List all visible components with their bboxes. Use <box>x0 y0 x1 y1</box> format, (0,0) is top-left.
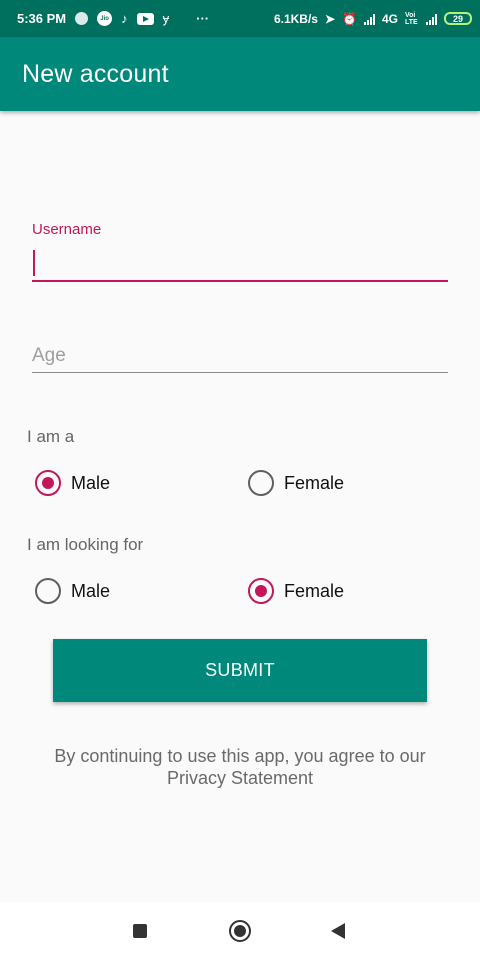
radio-unchecked-icon <box>248 470 274 496</box>
looking-for-female-radio[interactable]: Female <box>248 578 344 604</box>
jio-icon: Jio <box>97 11 113 26</box>
page-title: New account <box>22 59 169 88</box>
more-notifications-icon: ··· <box>196 11 210 26</box>
battery-level: 29 <box>452 13 463 24</box>
privacy-statement[interactable]: By continuing to use this app, you agree… <box>30 745 450 789</box>
battery-icon: 29 <box>444 12 472 25</box>
radio-label: Female <box>284 472 345 493</box>
radio-checked-icon <box>35 470 61 496</box>
app-bar: New account <box>0 37 480 111</box>
i-am-label: I am a <box>27 427 75 446</box>
network-speed: 6.1KB/s <box>273 11 318 26</box>
location-icon: ➤ <box>324 11 336 26</box>
signal-icon-2 <box>426 13 437 25</box>
radio-unchecked-icon <box>35 578 61 604</box>
home-icon[interactable] <box>229 920 251 942</box>
network-type: 4G <box>381 11 398 26</box>
radio-checked-icon <box>248 578 274 604</box>
y-icon: ɏ <box>162 11 170 26</box>
looking-for-label: I am looking for <box>27 535 144 554</box>
recents-icon[interactable] <box>133 924 147 938</box>
text-cursor <box>33 250 35 276</box>
radio-label: Male <box>71 472 111 493</box>
username-label: Username <box>32 221 102 238</box>
status-time: 5:36 PM <box>17 11 67 26</box>
radio-label: Female <box>284 580 345 601</box>
username-input[interactable] <box>32 248 448 282</box>
circle-icon <box>75 12 89 25</box>
status-bar: 5:36 PM Jio ♪ ɏ ··· 6.1KB/s ➤ ⏰ 4G Voi L… <box>0 0 480 37</box>
tiktok-icon: ♪ <box>121 11 128 26</box>
youtube-icon <box>136 12 154 25</box>
volte-label: Voi LTE <box>405 11 418 26</box>
i-am-male-radio[interactable]: Male <box>35 470 110 496</box>
alarm-icon: ⏰ <box>342 11 357 26</box>
age-input[interactable] <box>32 340 448 373</box>
signal-icon <box>363 13 375 25</box>
back-icon[interactable] <box>331 923 345 939</box>
navigation-bar <box>0 902 480 960</box>
i-am-female-radio[interactable]: Female <box>248 470 344 496</box>
looking-for-male-radio[interactable]: Male <box>35 578 110 604</box>
radio-label: Male <box>71 580 111 601</box>
submit-button[interactable]: SUBMIT <box>53 639 427 702</box>
